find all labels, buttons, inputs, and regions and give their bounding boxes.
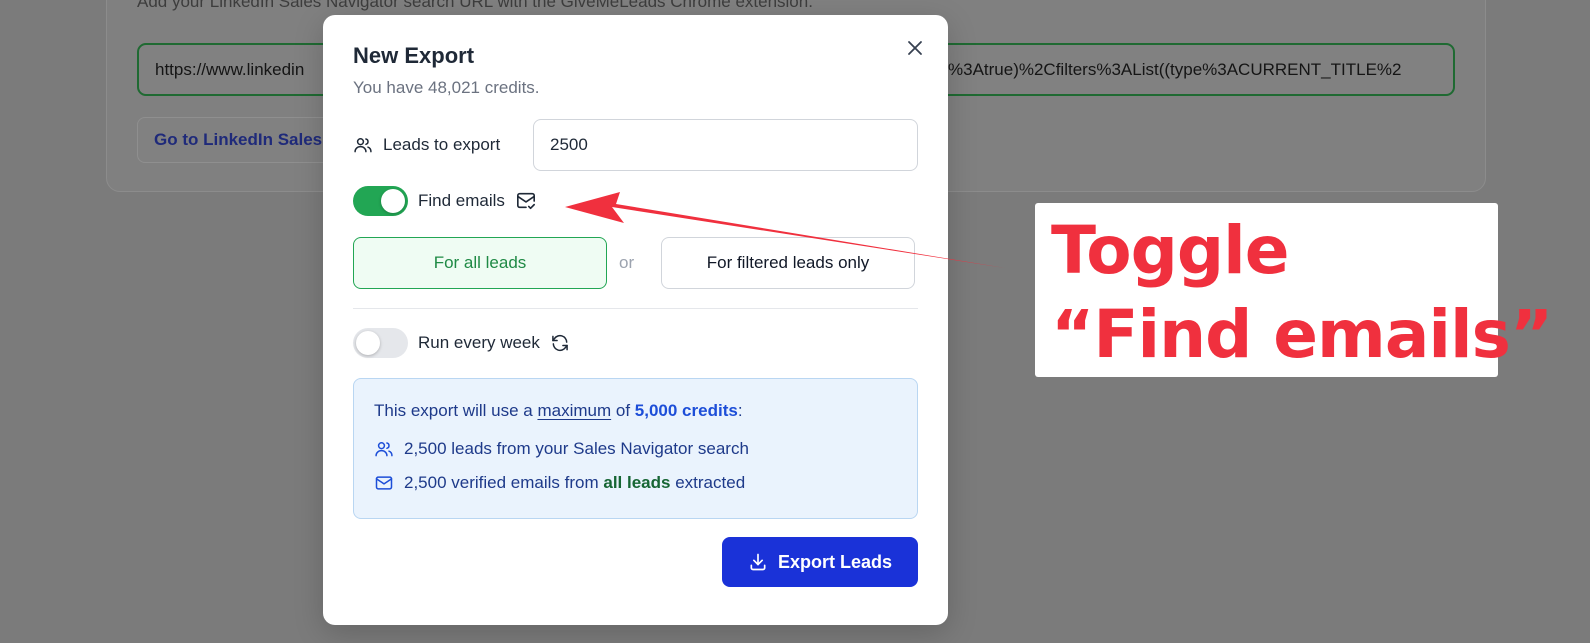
annotation-line-2: “Find emails” bbox=[1051, 296, 1553, 373]
annotation-callout: Toggle “Find emails” bbox=[1035, 203, 1553, 377]
annotation-line-1: Toggle bbox=[1051, 212, 1289, 289]
